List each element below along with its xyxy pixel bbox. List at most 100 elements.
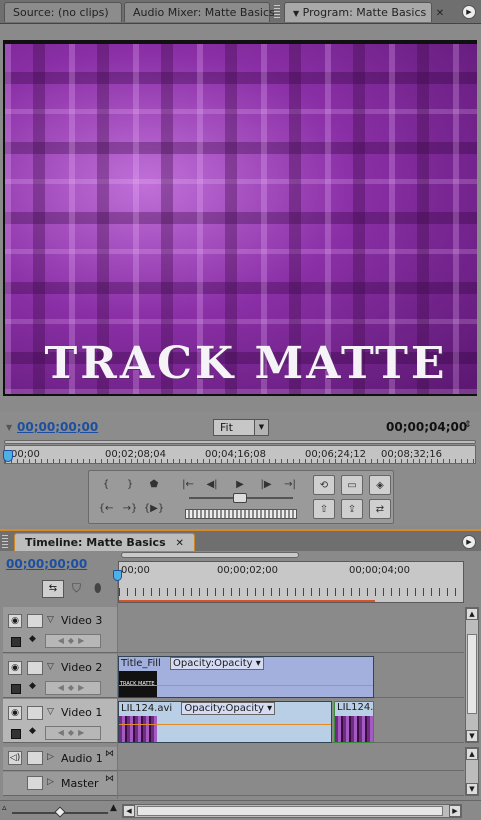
timeline-playhead-line[interactable] — [117, 579, 118, 799]
clip-lil124[interactable]: LIL124.avi Opacity:Opacity ▾ — [118, 701, 332, 743]
clip-lil124-2[interactable]: LIL124. — [334, 701, 374, 743]
lock-toggle[interactable] — [27, 661, 43, 675]
track-header-video1[interactable]: ◉ ▽ Video 1 ◆ ◀◆▶ — [3, 699, 117, 743]
lock-toggle[interactable] — [27, 706, 43, 720]
keyframe-toggle-icon[interactable]: ◆ — [29, 726, 36, 736]
keyframe-nav[interactable]: ◀◆▶ — [45, 681, 101, 695]
snap-icon[interactable]: ⇆ — [42, 580, 64, 598]
shuttle-slider[interactable] — [189, 493, 293, 503]
keyframe-nav[interactable]: ◀◆▶ — [45, 726, 101, 740]
step-forward-edit-icon[interactable]: →| — [279, 475, 301, 495]
monitor-zoom-bar[interactable] — [4, 440, 476, 444]
display-style-icon[interactable] — [11, 729, 21, 739]
track-header-master[interactable]: ▷ Master ⋈ — [3, 772, 117, 796]
tab-source[interactable]: Source: (no clips) — [4, 2, 122, 22]
zoom-knob[interactable] — [54, 806, 66, 818]
tab-menu-triangle-icon[interactable]: ▼ — [293, 9, 299, 18]
speaker-icon[interactable]: ◁) — [8, 751, 22, 765]
eye-icon[interactable]: ◉ — [8, 614, 22, 628]
scroll-right-icon[interactable]: ▶ — [449, 805, 461, 817]
playhead-icon[interactable] — [3, 450, 13, 462]
track-header-video3[interactable]: ◉ ▽ Video 3 ◆ ◀◆▶ — [3, 607, 117, 653]
scroll-up-icon[interactable]: ▲ — [466, 608, 478, 620]
set-in-icon[interactable]: { — [95, 475, 117, 495]
lock-toggle[interactable] — [27, 776, 43, 790]
current-timecode[interactable]: 00;00;00;00 — [17, 420, 98, 434]
play-in-to-out-icon[interactable]: {▶} — [143, 499, 165, 519]
expand-triangle-icon[interactable]: ▽ — [47, 615, 54, 625]
work-area-bar[interactable] — [121, 552, 299, 558]
output-icon[interactable]: ◈ — [369, 475, 391, 495]
keyframe-nav[interactable]: ◀◆▶ — [45, 634, 101, 648]
jog-wheel[interactable] — [185, 509, 297, 519]
set-out-icon[interactable]: } — [119, 475, 141, 495]
menu-arrows-icon[interactable]: ⇕ — [464, 420, 472, 430]
shuttle-knob[interactable] — [233, 493, 247, 503]
tab-timeline[interactable]: Timeline: Matte Basics ✕ — [14, 533, 195, 551]
opacity-dropdown[interactable]: Opacity:Opacity ▾ — [181, 702, 276, 715]
clip-title-fill[interactable]: Title_Fill Opacity:Opacity ▾ TRACK MATTE — [118, 656, 374, 698]
set-marker-icon[interactable]: ⬟ — [143, 475, 165, 495]
lock-toggle[interactable] — [27, 751, 43, 765]
expand-triangle-icon[interactable]: ▽ — [47, 662, 54, 672]
track-header-video2[interactable]: ◉ ▽ Video 2 ◆ ◀◆▶ — [3, 654, 117, 698]
audio-vertical-scrollbar[interactable]: ▲ ▼ — [465, 747, 479, 796]
panel-grip-icon[interactable] — [274, 5, 280, 19]
panel-menu-icon[interactable]: ▶ — [462, 535, 476, 549]
keyframe-toggle-icon[interactable]: ◆ — [29, 681, 36, 691]
scroll-thumb[interactable] — [467, 634, 477, 714]
step-forward-icon[interactable]: |▶ — [255, 475, 277, 495]
opacity-line[interactable] — [119, 685, 373, 686]
zoom-in-icon[interactable]: ▲ — [110, 803, 117, 813]
track-lane-video2[interactable]: Title_Fill Opacity:Opacity ▾ TRACK MATTE — [118, 654, 464, 698]
opacity-dropdown[interactable]: Opacity:Opacity ▾ — [169, 657, 264, 670]
panel-menu-icon[interactable]: ▶ — [462, 5, 476, 19]
zoom-select[interactable]: Fit ▼ — [213, 419, 269, 436]
playhead-icon[interactable] — [113, 570, 122, 581]
step-back-icon[interactable]: ◀| — [201, 475, 223, 495]
close-icon[interactable]: ✕ — [175, 538, 183, 549]
set-marker-icon[interactable]: ⛉ — [72, 581, 81, 596]
eye-icon[interactable]: ◉ — [8, 706, 22, 720]
trim-icon[interactable]: ⇄ — [369, 499, 391, 519]
keyframe-toggle-icon[interactable]: ◆ — [29, 634, 36, 644]
go-to-out-icon[interactable]: →} — [119, 499, 141, 519]
scroll-up-icon[interactable]: ▲ — [466, 748, 478, 760]
expand-triangle-icon[interactable]: ▷ — [47, 752, 54, 762]
track-lane-master[interactable] — [118, 772, 464, 796]
timeline-time-ruler[interactable]: 00;00 00;00;02;00 00;00;04;00 — [118, 552, 464, 603]
step-back-edit-icon[interactable]: |← — [177, 475, 199, 495]
opacity-line[interactable] — [119, 724, 331, 725]
zoom-out-icon[interactable]: ▵ — [2, 803, 7, 813]
track-lane-video3[interactable] — [118, 607, 464, 653]
expand-triangle-icon[interactable]: ▷ — [47, 777, 54, 787]
horizontal-scrollbar[interactable]: ◀ ▶ — [122, 804, 462, 818]
zoom-slider[interactable] — [12, 806, 108, 818]
track-lane-audio1[interactable] — [118, 747, 464, 771]
go-to-in-icon[interactable]: {← — [95, 499, 117, 519]
timeline-timecode[interactable]: 00;00;00;00 — [6, 557, 87, 571]
scroll-down-icon[interactable]: ▼ — [466, 783, 478, 795]
tab-audio-mixer[interactable]: Audio Mixer: Matte Basics — [124, 2, 275, 22]
close-icon[interactable]: ✕ — [436, 8, 444, 19]
scroll-thumb[interactable] — [137, 806, 443, 816]
video-vertical-scrollbar[interactable]: ▲ ▼ — [465, 607, 479, 743]
tab-program[interactable]: ▼ Program: Matte Basics ✕ — [284, 2, 444, 22]
eye-icon[interactable]: ◉ — [8, 661, 22, 675]
expand-triangle-icon[interactable]: ▽ — [47, 707, 54, 717]
track-header-audio1[interactable]: ◁) ▷ Audio 1 ⋈ — [3, 747, 117, 771]
scroll-left-icon[interactable]: ◀ — [123, 805, 135, 817]
panel-grip-icon[interactable] — [2, 535, 8, 549]
scroll-down-icon[interactable]: ▼ — [466, 730, 478, 742]
safe-margins-icon[interactable]: ▭ — [341, 475, 363, 495]
loop-icon[interactable]: ⟲ — [313, 475, 335, 495]
display-style-icon[interactable] — [11, 684, 21, 694]
program-time-ruler[interactable]: 00;00 00;02;08;04 00;04;16;08 00;06;24;1… — [3, 445, 476, 464]
track-lane-video1[interactable]: LIL124.avi Opacity:Opacity ▾ LIL124. — [118, 699, 464, 743]
display-style-icon[interactable] — [11, 637, 21, 647]
lock-toggle[interactable] — [27, 614, 43, 628]
lift-icon[interactable]: ⇧ — [313, 499, 335, 519]
play-icon[interactable]: ▶ — [229, 475, 251, 495]
marker-icon[interactable]: ⬮ — [94, 581, 102, 596]
extract-icon[interactable]: ⇪ — [341, 499, 363, 519]
